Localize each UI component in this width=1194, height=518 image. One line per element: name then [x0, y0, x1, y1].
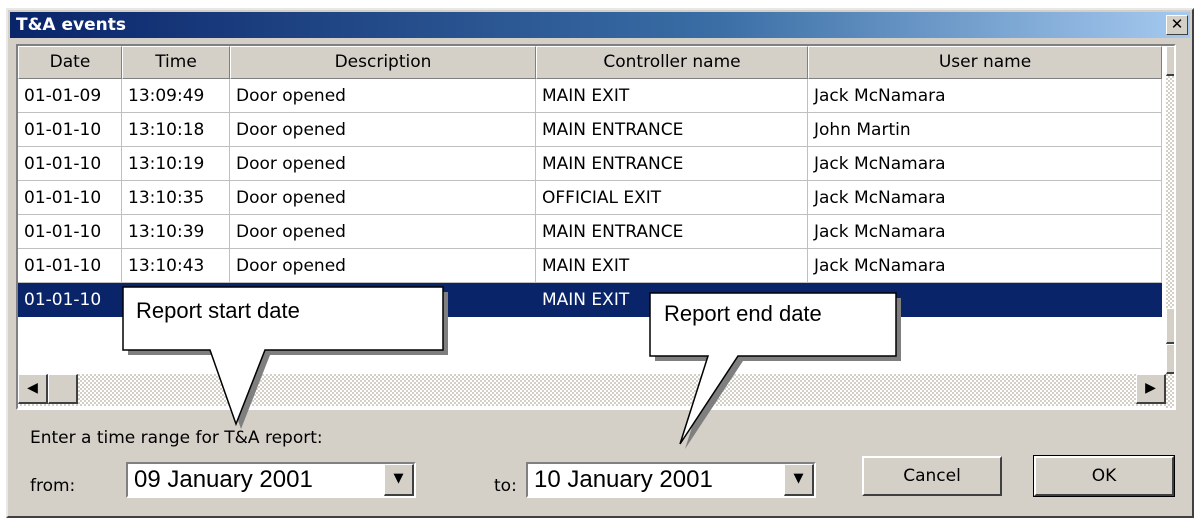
from-date-combobox[interactable]: 09 January 2001 ▼ — [126, 462, 416, 498]
table-row[interactable]: 01-01-10 13:10:19 Door opened MAIN ENTRANCE… — [18, 147, 1162, 181]
scroll-up-icon: ▲ — [1175, 52, 1176, 68]
ok-button[interactable]: OK — [1033, 455, 1175, 497]
table-row[interactable]: 01-01-09 13:09:49 Door opened MAIN EXIT Jack… — [18, 79, 1162, 113]
scroll-right-icon: ▶ — [1145, 380, 1156, 396]
cell-time: 13:10:43 — [122, 249, 230, 283]
column-header-time[interactable]: Time — [122, 46, 230, 79]
close-icon: ✕ — [1170, 15, 1184, 33]
cell-controller-name: OFFICIAL EXIT — [536, 181, 808, 215]
chevron-down-icon: ▼ — [793, 471, 804, 486]
cell-description: Door opened — [230, 113, 536, 147]
cell-date: 01-01-10 — [18, 147, 122, 181]
cell-controller-name: MAIN EXIT — [536, 249, 808, 283]
cell-date: 01-01-10 — [18, 283, 122, 317]
column-header-user-name[interactable]: User name — [808, 46, 1162, 79]
cell-user-name: John Martin — [808, 113, 1162, 147]
cell-description: Door opened — [230, 181, 536, 215]
to-date-combobox[interactable]: 10 January 2001 ▼ — [526, 462, 816, 498]
horizontal-scroll-thumb[interactable] — [48, 374, 78, 404]
cell-date: 01-01-10 — [18, 249, 122, 283]
title-bar: T&A events ✕ — [10, 12, 1190, 38]
table-header: Date Time Description Controller name Us… — [18, 46, 1162, 79]
vertical-scroll-thumb[interactable] — [1166, 308, 1174, 344]
to-date-value: 10 January 2001 — [534, 466, 713, 493]
cell-user-name: Jack McNamara — [808, 215, 1162, 249]
window-title: T&A events — [16, 15, 126, 35]
table-row[interactable]: 01-01-10 13:10:35 Door opened OFFICIAL EXIT… — [18, 181, 1162, 215]
from-label: from: — [30, 476, 76, 496]
cell-user-name: Jack McNamara — [808, 181, 1162, 215]
cancel-button[interactable]: Cancel — [862, 456, 1002, 496]
scroll-right-button[interactable]: ▶ — [1136, 374, 1166, 404]
cell-controller-name: MAIN ENTRANCE — [536, 215, 808, 249]
cell-time: 13:10:18 — [122, 113, 230, 147]
table-body: 01-01-09 13:09:49 Door opened MAIN EXIT Jack… — [18, 79, 1162, 317]
chevron-down-icon: ▼ — [393, 471, 404, 486]
cell-date: 01-01-09 — [18, 79, 122, 113]
cell-controller-name: MAIN ENTRANCE — [536, 113, 808, 147]
scroll-left-icon: ◀ — [27, 380, 38, 396]
cell-time: 13:10:19 — [122, 147, 230, 181]
vertical-scrollbar[interactable]: ▲ ▼ — [1166, 46, 1176, 408]
table-row[interactable]: 01-01-10 13:10:43 Door opened MAIN EXIT Jack… — [18, 249, 1162, 283]
cell-description: Door opened — [230, 249, 536, 283]
range-prompt: Enter a time range for T&A report: — [30, 428, 323, 448]
scroll-down-icon: ▼ — [1175, 350, 1176, 366]
from-date-dropdown-button[interactable]: ▼ — [384, 464, 414, 496]
callout-end-label: Report end date — [664, 301, 822, 326]
cell-user-name: Jack McNamara — [808, 249, 1162, 283]
scroll-up-button[interactable]: ▲ — [1166, 46, 1176, 76]
cell-date: 01-01-10 — [18, 215, 122, 249]
cell-date: 01-01-10 — [18, 113, 122, 147]
events-table: Date Time Description Controller name Us… — [16, 44, 1176, 410]
from-date-value: 09 January 2001 — [134, 466, 313, 493]
cell-controller-name: MAIN ENTRANCE — [536, 147, 808, 181]
cell-description: Door opened — [230, 147, 536, 181]
table-row[interactable]: 01-01-10 13:10:39 Door opened MAIN ENTRANCE… — [18, 215, 1162, 249]
callout-start-label: Report start date — [136, 298, 300, 323]
cell-date: 01-01-10 — [18, 181, 122, 215]
close-button[interactable]: ✕ — [1166, 15, 1188, 35]
cell-controller-name: MAIN EXIT — [536, 79, 808, 113]
cell-time: 13:10:39 — [122, 215, 230, 249]
scroll-left-button[interactable]: ◀ — [18, 374, 48, 404]
horizontal-scrollbar[interactable]: ◀ ▶ — [18, 374, 1166, 406]
cell-description: Door opened — [230, 79, 536, 113]
cell-time: 13:10:35 — [122, 181, 230, 215]
cell-time: 13:09:49 — [122, 79, 230, 113]
column-header-controller-name[interactable]: Controller name — [536, 46, 808, 79]
cell-user-name: Jack McNamara — [808, 147, 1162, 181]
column-header-description[interactable]: Description — [230, 46, 536, 79]
table-row[interactable]: 01-01-10 13:10:18 Door opened MAIN ENTRANCE… — [18, 113, 1162, 147]
to-label: to: — [494, 476, 517, 496]
cell-user-name: Jack McNamara — [808, 79, 1162, 113]
ta-events-dialog: T&A events ✕ Date Time Description Contr… — [6, 8, 1194, 518]
scroll-down-button[interactable]: ▼ — [1166, 344, 1176, 374]
cell-user-name: n — [808, 283, 1162, 317]
cell-description: Door opened — [230, 215, 536, 249]
column-header-date[interactable]: Date — [18, 46, 122, 79]
to-date-dropdown-button[interactable]: ▼ — [784, 464, 814, 496]
